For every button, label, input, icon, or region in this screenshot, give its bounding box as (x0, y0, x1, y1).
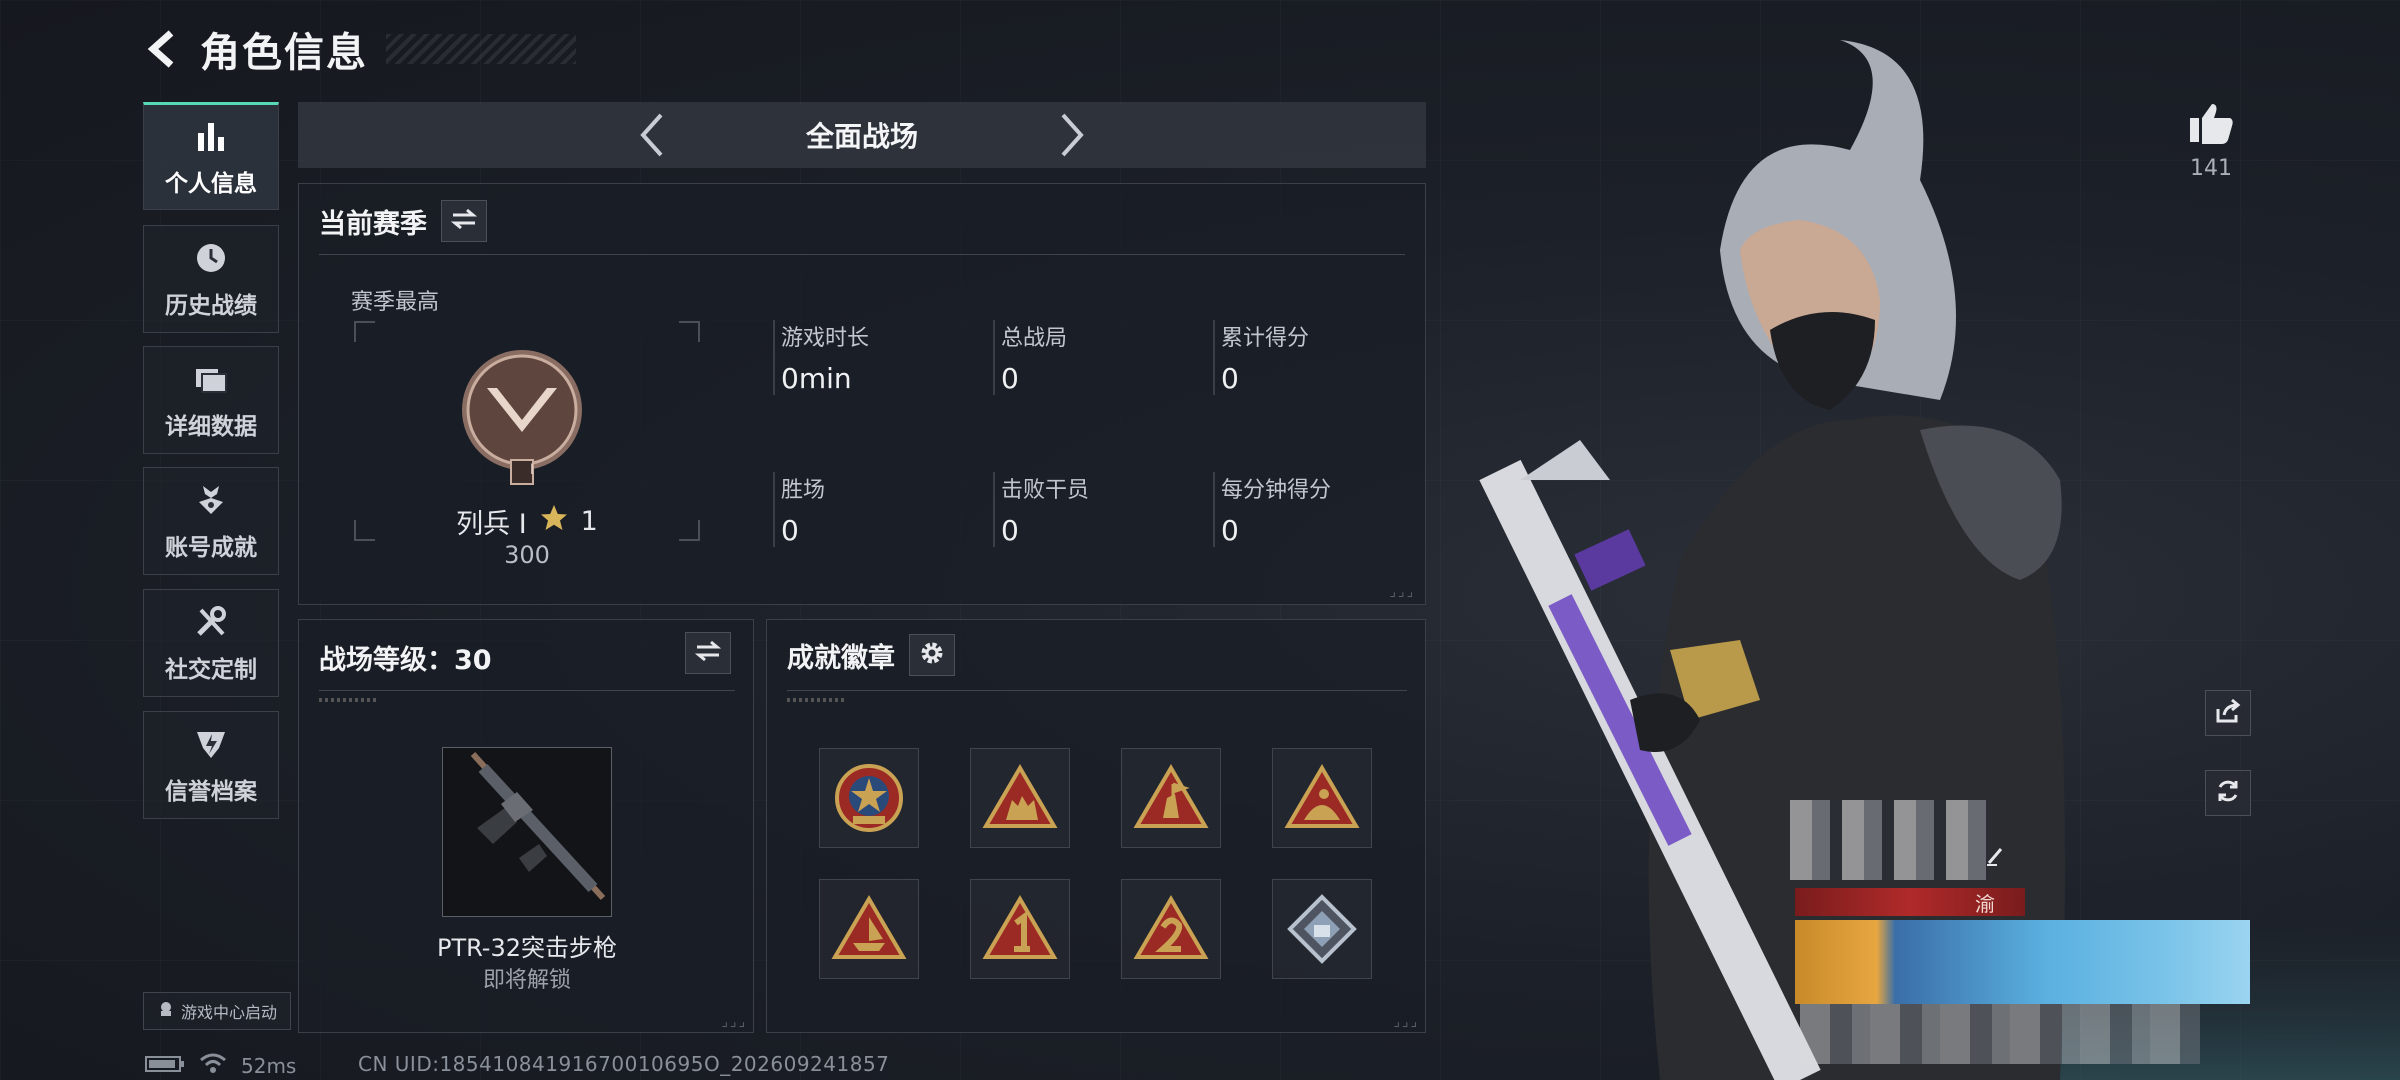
bar-chart-icon (191, 116, 231, 156)
mode-selector: 全面战场 (298, 102, 1426, 168)
stat-kills: 击败干员 0 (993, 472, 1193, 547)
ping-value: 52ms (241, 1053, 297, 1078)
sidebar-item-label: 信誉档案 (165, 779, 257, 805)
sidebar-item-label: 详细数据 (165, 414, 257, 440)
name-plate: 渝 (1795, 888, 2025, 916)
game-center-icon (157, 1000, 175, 1022)
badge-ship[interactable] (819, 879, 919, 979)
divider (319, 254, 1405, 255)
sidebar-item-label: 个人信息 (165, 171, 257, 197)
divider (319, 690, 735, 691)
name-fragment: 渝 (1975, 891, 1995, 916)
shield-lightning-icon (191, 724, 231, 764)
stat-label: 击败干员 (1001, 478, 1090, 503)
edit-icon[interactable] (1985, 845, 2007, 867)
rifle-icon (470, 751, 606, 901)
corner-decoration: ⌟⌟⌟ (721, 1014, 747, 1030)
stat-value: 0 (1001, 514, 1019, 547)
refresh-icon (2214, 777, 2242, 809)
tools-icon (191, 602, 231, 642)
sidebar-item-achievements[interactable]: 账号成就 (143, 467, 279, 575)
thumbs-up-icon[interactable] (2186, 98, 2236, 148)
divider-stripe (319, 698, 379, 702)
like-count: 141 (2190, 156, 2232, 181)
sidebar-item-label: 账号成就 (165, 535, 257, 561)
season-title: 当前赛季 (319, 208, 427, 240)
stat-total-matches: 总战局 0 (993, 320, 1193, 395)
swap-icon (450, 208, 478, 234)
stat-label: 胜场 (781, 478, 826, 503)
battlefield-level-title: 战场等级：30 (319, 645, 492, 676)
stat-label: 总战局 (1001, 326, 1068, 351)
mode-label: 全面战场 (805, 120, 918, 153)
folders-icon (191, 359, 231, 399)
achievement-title: 成就徽章 (787, 642, 895, 674)
swap-icon (694, 640, 722, 666)
clock-icon (191, 238, 231, 278)
status-bar: 52ms (145, 1052, 296, 1079)
game-center-launch-button[interactable]: 游戏中心启动 (143, 992, 291, 1030)
weapon-name: PTR-32突击步枪 (436, 934, 618, 962)
profile-banner-image (1795, 920, 2250, 1004)
star-icon (539, 503, 569, 540)
badge-diamond[interactable] (1272, 879, 1372, 979)
weapon-image[interactable] (442, 747, 612, 917)
page-title: 角色信息 (200, 30, 368, 76)
back-arrow-icon[interactable] (140, 26, 186, 72)
divider (787, 690, 1407, 691)
pixelated-name-image (1790, 800, 1990, 880)
sidebar-item-label: 社交定制 (165, 657, 257, 683)
sidebar-item-social[interactable]: 社交定制 (143, 589, 279, 697)
rank-points: 300 (504, 541, 550, 569)
stat-label: 游戏时长 (781, 326, 870, 351)
sidebar-item-reputation[interactable]: 信誉档案 (143, 711, 279, 819)
divider-stripe (787, 698, 847, 702)
share-button[interactable] (2205, 690, 2251, 736)
badge-soldiers[interactable] (970, 748, 1070, 848)
badge-number-1[interactable] (970, 879, 1070, 979)
launch-label: 游戏中心启动 (180, 1003, 277, 1022)
achievement-panel: 成就徽章 ⌟⌟⌟ (766, 619, 1426, 1033)
badge-rider[interactable] (1272, 748, 1372, 848)
gear-icon (919, 640, 945, 670)
player-uid: CN UID:18541084191670010695O_20260924185… (358, 1052, 890, 1076)
badge-soldier-flag[interactable] (1121, 748, 1221, 848)
season-panel: 当前赛季 赛季最高 Ⅰ 列兵 Ⅰ 1 300 游戏时长 0min 总战局 0 累… (298, 183, 1426, 605)
share-icon (2214, 697, 2242, 729)
sidebar-item-details[interactable]: 详细数据 (143, 346, 279, 454)
battlefield-level-panel: 战场等级：30 PTR-32突击步枪 即将解锁 ⌟⌟⌟ (298, 619, 754, 1033)
level-swap-button[interactable] (685, 632, 731, 674)
season-best-label: 赛季最高 (351, 290, 440, 315)
pixelated-info-image (1800, 1004, 2200, 1064)
weapon-status: 即将解锁 (482, 968, 571, 993)
header: 角色信息 (140, 18, 576, 80)
title-decoration (386, 34, 576, 64)
stat-value: 0 (781, 514, 799, 547)
badge-star-shield[interactable] (819, 748, 919, 848)
stat-value: 0min (781, 362, 852, 395)
chevron-right-icon[interactable] (1052, 110, 1092, 160)
sidebar-item-label: 历史战绩 (165, 293, 257, 319)
chevron-left-icon[interactable] (632, 110, 672, 160)
achievement-settings-button[interactable] (909, 634, 955, 676)
rank-stars: 1 (580, 506, 598, 537)
badge-number-2[interactable] (1121, 879, 1221, 979)
achievement-icon (191, 480, 231, 520)
stat-value: 0 (1001, 362, 1019, 395)
stat-playtime: 游戏时长 0min (773, 320, 973, 395)
sidebar-item-history[interactable]: 历史战绩 (143, 225, 279, 333)
rank-numeral: Ⅰ (529, 462, 535, 478)
refresh-button[interactable] (2205, 770, 2251, 816)
sidebar-item-profile[interactable]: 个人信息 (143, 102, 279, 210)
battery-icon (145, 1054, 185, 1078)
wifi-icon (199, 1052, 227, 1079)
season-swap-button[interactable] (441, 200, 487, 242)
rank-name: 列兵 Ⅰ (456, 509, 527, 540)
stat-wins: 胜场 0 (773, 472, 973, 547)
